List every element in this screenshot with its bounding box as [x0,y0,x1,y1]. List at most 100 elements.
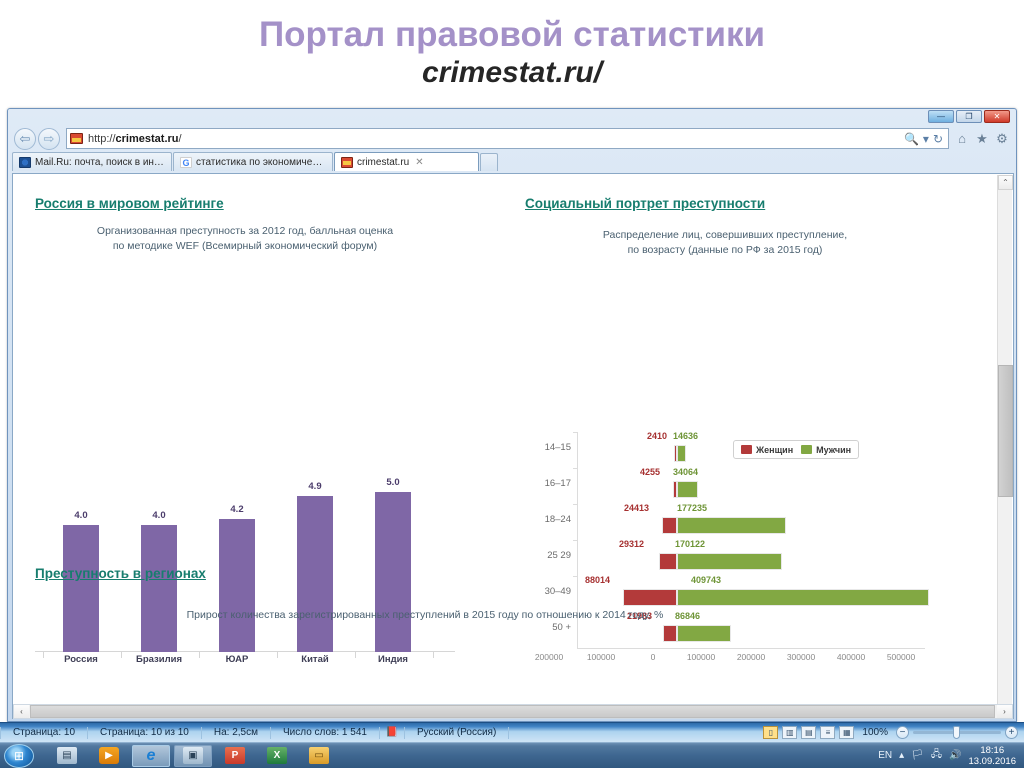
internet-explorer-icon[interactable]: e [132,744,170,767]
tornado-row: 30–49 88014 409743 [525,575,929,610]
clock[interactable]: 18:16 13.09.2016 [968,745,1016,767]
maximize-button[interactable]: ❐ [956,110,982,123]
scroll-right-icon[interactable]: › [997,705,1012,718]
explorer-icon[interactable]: ▭ [300,745,338,767]
category-label-russia: Россия [64,654,98,665]
legend-swatch-male-icon [801,445,813,454]
tornado-row: 18–24 24413 177235 [525,503,925,538]
close-icon[interactable]: ✕ [415,157,423,168]
site-favicon-icon [70,133,83,144]
vertical-scrollbar[interactable]: ⌃ ⌄ [997,175,1013,718]
powerpoint-icon[interactable]: P [216,745,254,767]
media-player-icon[interactable]: ▶ [90,745,128,767]
media-center-icon[interactable]: ▤ [48,745,86,767]
legend-swatch-female-icon [741,445,752,454]
media-center-glyph: ▤ [57,747,77,764]
column-chart-caption: Организованная преступность за 2012 год,… [96,225,394,252]
horizontal-scrollbar[interactable]: ‹ › [13,704,1013,719]
bar-value-label: 4.9 [308,481,322,492]
draft-icon[interactable]: ▦ [839,726,855,739]
outline-icon[interactable]: ≡ [820,726,836,739]
full-reading-icon[interactable]: ▥ [782,726,798,739]
legend-item-women: Женщин [741,445,793,455]
bar-value-label: 4.2 [230,504,244,515]
spellcheck-icon[interactable]: 📕 [380,726,405,739]
bar-male [677,445,686,462]
network-icon[interactable]: 🖧 [931,747,942,764]
browser-tab-google-search[interactable]: G статистика по экономическим... [173,152,333,171]
tornado-chart: 14–15 2410 14636 16–17 4255 34064 18–24 … [525,431,929,682]
value-label-male: 34064 [673,467,699,477]
excel-icon[interactable]: X [258,745,296,767]
chevron-down-icon[interactable]: ▾ [923,133,929,145]
volume-icon[interactable]: 🔊 [949,750,961,761]
status-language[interactable]: Русский (Россия) [405,726,510,739]
action-center-icon[interactable]: 🏳 [911,750,924,761]
new-tab-button[interactable] [480,153,498,171]
section-heading-world-rating[interactable]: Россия в мировом рейтинге [35,196,224,211]
bar-value-label: 5.0 [386,477,400,488]
google-icon: G [180,156,192,168]
zoom-in-button[interactable]: + [1005,726,1018,739]
back-button[interactable]: ⇦ [14,127,36,150]
refresh-icon[interactable]: ↻ [933,133,943,145]
minimize-button[interactable]: — [928,110,954,123]
close-button[interactable]: ✕ [984,110,1010,123]
tab-label: crimestat.ru [357,156,410,168]
tab-strip: Mail.Ru: почта, поиск в интер... G стати… [8,151,1016,171]
scroll-left-icon[interactable]: ‹ [14,705,29,718]
forward-button[interactable]: ⇨ [38,127,60,150]
home-icon[interactable]: ⌂ [952,129,972,149]
browser-window: — ❐ ✕ ⇦ ⇨ http://crimestat.ru/ 🔍 ▾ ↻ ⌂ ★… [7,108,1017,722]
zoom-level[interactable]: 100% [858,727,892,738]
status-left-group: Страница: 10 Страница: 10 из 10 На: 2,5с… [0,726,510,739]
x-tick-label: 100000 [686,652,716,662]
tab-label: Mail.Ru: почта, поиск в интер... [35,156,165,168]
value-label-male: 177235 [677,503,708,513]
x-tick-label: 500000 [886,652,916,662]
scrollbar-thumb-horizontal[interactable] [30,705,995,718]
page-subtitle: crimestat.ru/ [421,55,603,89]
browser-tab-crimestat[interactable]: crimestat.ru ✕ [334,152,479,171]
status-position[interactable]: На: 2,5см [202,726,271,739]
value-label-female: 88014 [585,575,611,585]
bar-female [663,625,677,642]
web-layout-icon[interactable]: ▤ [801,726,817,739]
status-page-of[interactable]: Страница: 10 из 10 [88,726,202,739]
column-bars: 4.0 4.0 4.2 4.9 5.0 [35,474,455,652]
favorites-icon[interactable]: ★ [972,129,992,149]
section-heading-social-portrait[interactable]: Социальный портрет преступности [525,196,765,211]
bar-male [677,589,929,606]
scrollbar-thumb[interactable] [998,365,1013,497]
bar-china [297,496,333,652]
x-tick-label: 200000 [534,652,564,662]
status-right-group: ▯ ▥ ▤ ≡ ▦ 100% − + [763,726,1024,739]
section-heading-regions[interactable]: Преступность в регионах [35,566,206,581]
value-label-female: 24413 [624,503,650,513]
slide-title-block: Портал правовой статистики crimestat.ru/ [0,16,1024,89]
zoom-out-button[interactable]: − [896,726,909,739]
window-controls: — ❐ ✕ [928,110,1010,123]
status-page[interactable]: Страница: 10 [0,726,89,739]
zoom-slider-handle[interactable] [953,726,960,739]
presentation-slide: Портал правовой статистики crimestat.ru/… [0,0,1024,768]
scroll-up-icon[interactable]: ⌃ [998,175,1013,190]
print-layout-icon[interactable]: ▯ [763,726,779,739]
tray-language[interactable]: EN [878,750,892,761]
address-bar[interactable]: http://crimestat.ru/ 🔍 ▾ ↻ [66,128,949,149]
age-label-16-17: 16–17 [544,478,571,489]
window-glyph: ▣ [183,747,203,764]
page-title: Портал правовой статистики [259,15,765,54]
browser-tab-mail-ru[interactable]: Mail.Ru: почта, поиск в интер... [12,152,172,171]
search-icon[interactable]: 🔍 [904,133,919,145]
start-orb-icon[interactable]: ⊞ [4,743,34,768]
value-label-male: 409743 [691,575,722,585]
window-icon[interactable]: ▣ [174,744,212,767]
show-hidden-icons-icon[interactable]: ▴ [899,750,904,761]
value-label-female: 4255 [640,467,661,477]
gear-icon[interactable]: ⚙ [992,129,1012,149]
chart-legend: Женщин Мужчин [733,440,860,459]
status-word-count[interactable]: Число слов: 1 541 [271,726,380,739]
zoom-slider[interactable] [913,726,1001,739]
powerpoint-glyph: P [225,747,245,764]
